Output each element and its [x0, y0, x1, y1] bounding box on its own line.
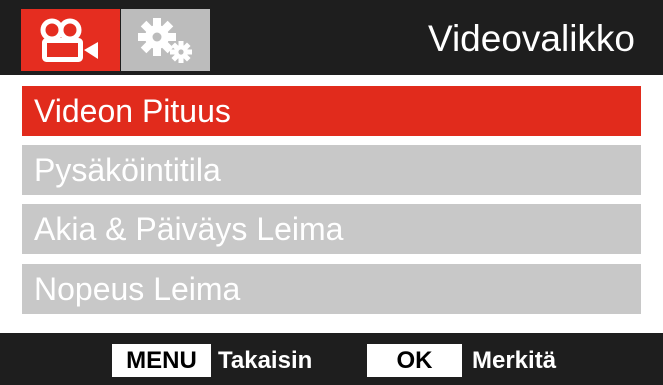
tab-video[interactable]	[21, 9, 120, 71]
select-hint: Merkitä	[472, 347, 557, 374]
key-hints-bar: MENU Takaisin OK Merkitä	[0, 333, 663, 385]
menu-header: Videovalikko	[0, 0, 663, 78]
menu-title: Videovalikko	[427, 18, 635, 59]
video-camera-icon	[40, 18, 98, 62]
gear-icon	[137, 18, 192, 63]
menu-list: Videon Pituus Pysäköintitila Akia & Päiv…	[0, 75, 663, 333]
menu-item-parking-mode[interactable]: Pysäköintitila	[22, 145, 641, 195]
menu-key[interactable]: MENU	[112, 344, 211, 377]
tab-settings[interactable]	[121, 9, 210, 71]
menu-item-date-stamp[interactable]: Akia & Päiväys Leima	[22, 204, 641, 254]
menu-item-video-length[interactable]: Videon Pituus	[22, 86, 641, 136]
menu-item-speed-stamp[interactable]: Nopeus Leima	[22, 264, 641, 314]
ok-key[interactable]: OK	[367, 344, 462, 377]
camera-menu-screen: Videovalikko Videon Pituus Pysäköintitil…	[0, 0, 663, 385]
back-hint: Takaisin	[218, 347, 313, 374]
